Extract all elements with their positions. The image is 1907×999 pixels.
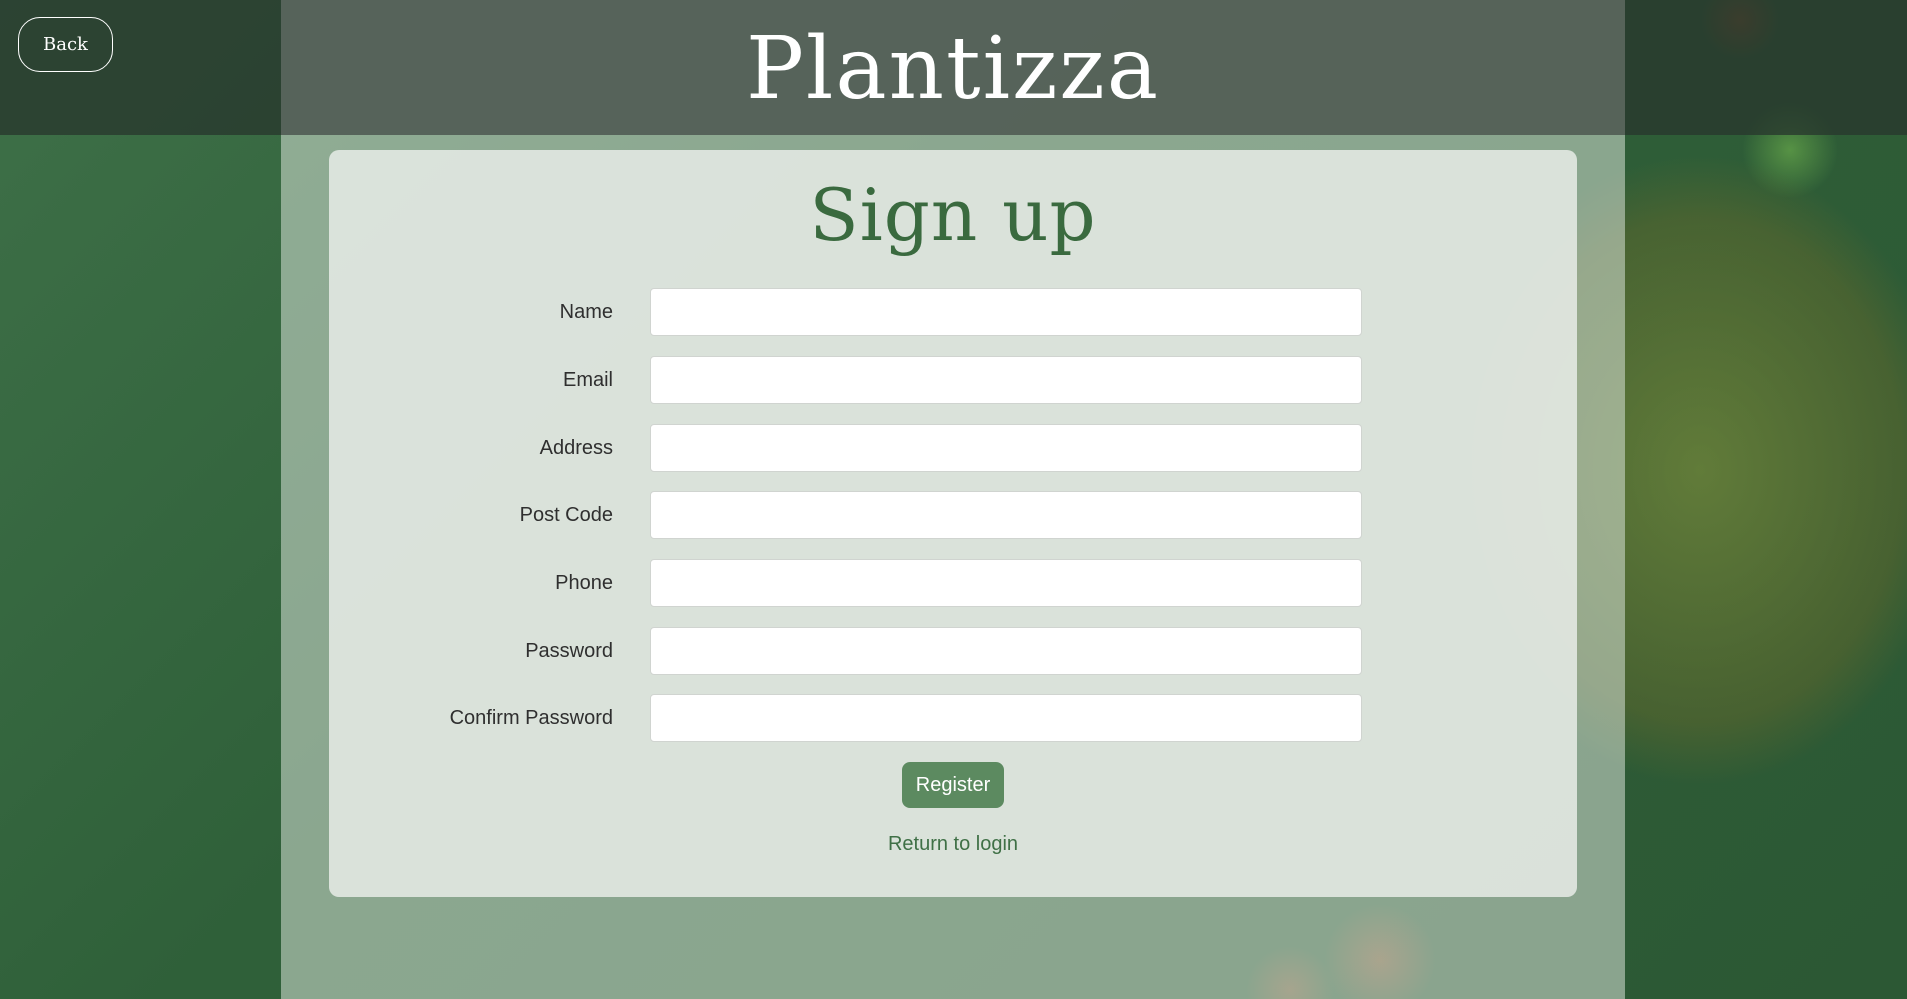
address-label: Address [539,437,613,459]
email-label: Email [562,369,613,391]
post-code-label: Post Code [519,504,613,526]
password-field[interactable] [650,627,1362,675]
back-button[interactable]: Back [18,17,113,72]
form-row-name: Name [329,288,1577,336]
confirm-password-label: Confirm Password [449,707,613,729]
password-label: Password [525,640,613,662]
return-to-login-link[interactable]: Return to login [329,830,1577,858]
name-label: Name [559,301,613,323]
form-row-email: Email [329,356,1577,404]
register-button[interactable]: Register [902,762,1004,808]
form-row-post-code: Post Code [329,491,1577,539]
brand-logo: Plantizza [746,19,1160,119]
signup-card: Sign up Name Email Address Post Code Pho… [329,150,1577,897]
form-row-password: Password [329,627,1577,675]
address-field[interactable] [650,424,1362,472]
form-row-phone: Phone [329,559,1577,607]
page-title: Sign up [809,173,1097,257]
post-code-field[interactable] [650,491,1362,539]
form-row-address: Address [329,424,1577,472]
name-field[interactable] [650,288,1362,336]
email-field[interactable] [650,356,1362,404]
phone-field[interactable] [650,559,1362,607]
confirm-password-field[interactable] [650,694,1362,742]
phone-label: Phone [555,572,613,594]
form-row-confirm-password: Confirm Password [329,694,1577,742]
